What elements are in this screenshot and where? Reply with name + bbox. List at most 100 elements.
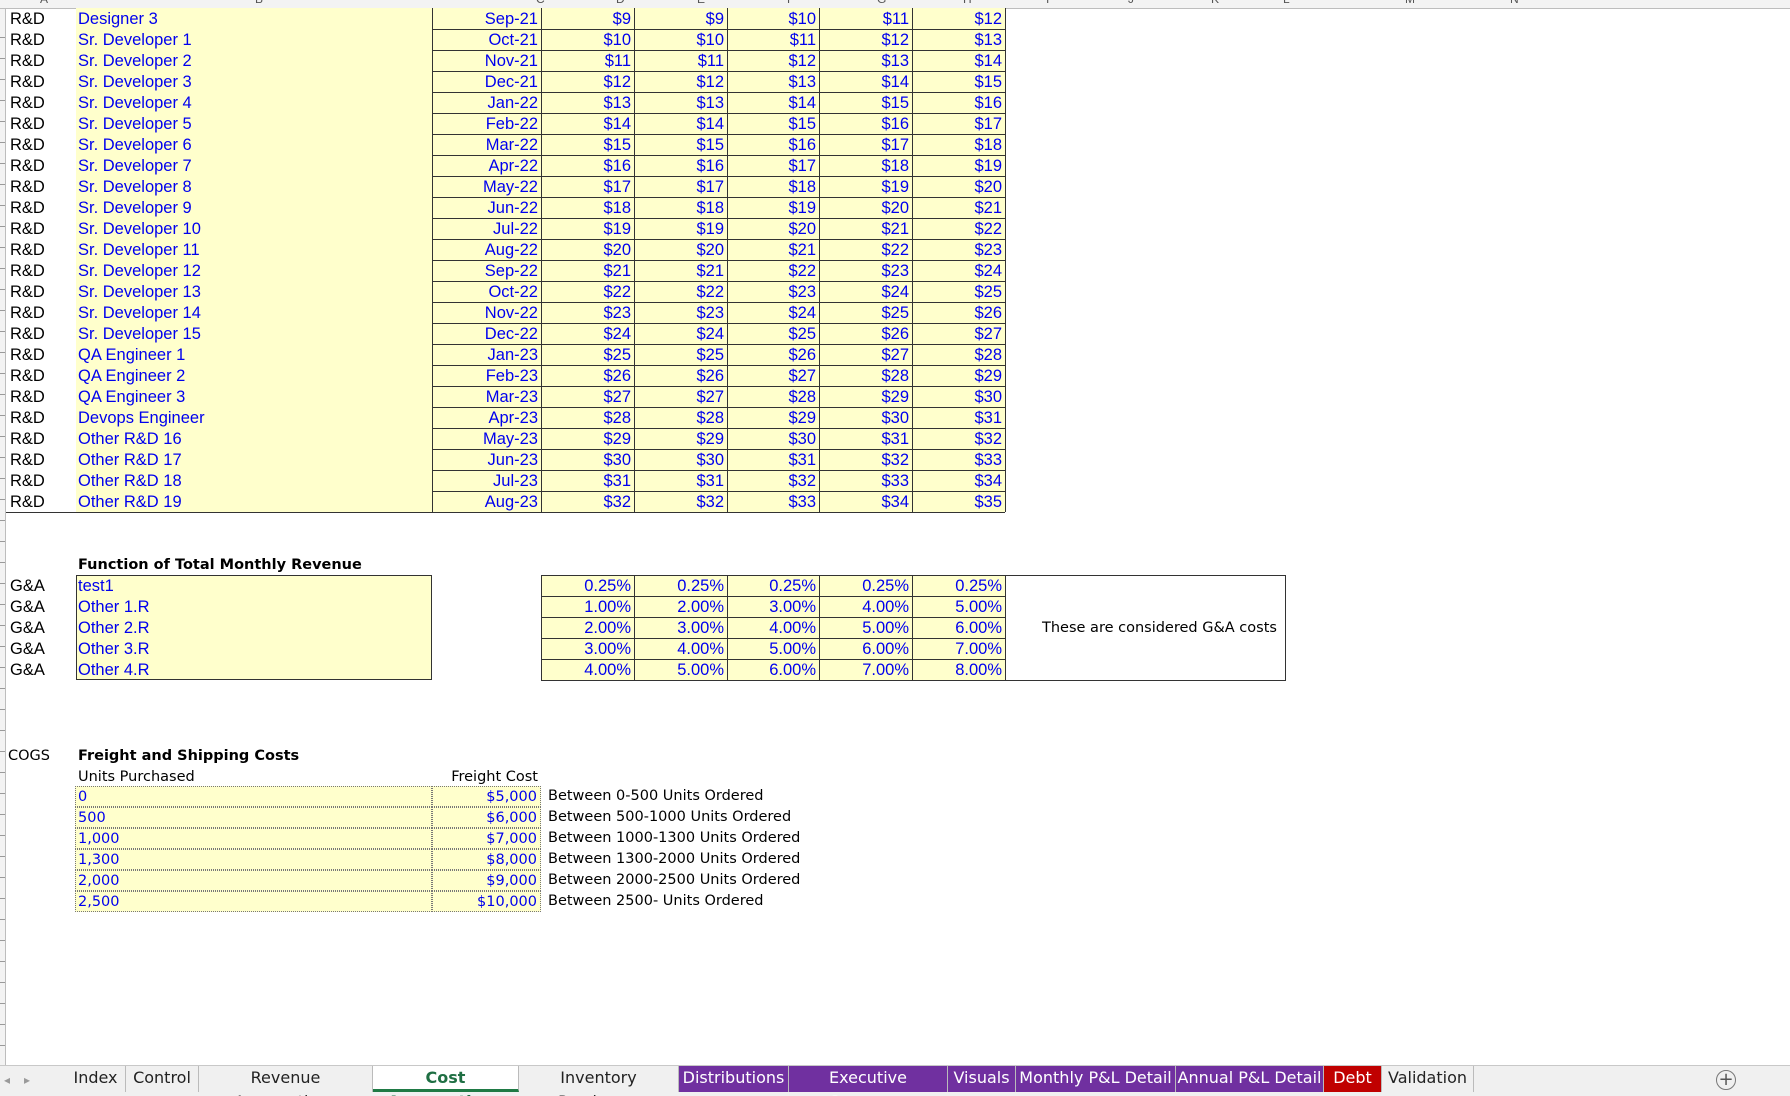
row-tick [0, 520, 5, 521]
grid-line [432, 71, 1005, 72]
grid-line [432, 92, 1005, 93]
row-tick [0, 793, 5, 794]
percent-value-cell[interactable]: 8.00% [912, 658, 1005, 682]
row-tick [0, 268, 5, 269]
row-tick [0, 772, 5, 773]
row-tick [0, 79, 5, 80]
row-tick [0, 415, 5, 416]
column-header: K [1211, 0, 1219, 6]
column-header: F [787, 0, 794, 6]
column-header: I [1046, 0, 1049, 6]
grid-line [432, 113, 1005, 114]
grid-line [432, 512, 1005, 513]
row-tick [0, 37, 5, 38]
sheet-tab-bar: ◂ ▸ IndexControlRevenue AssumptionsCost … [0, 1065, 1790, 1096]
salary-value-cell[interactable]: $32 [541, 490, 634, 514]
row-tick [0, 751, 5, 752]
tab-validation[interactable]: Validation [1382, 1066, 1474, 1092]
cost-name-cell[interactable]: Other 4.R [76, 658, 428, 682]
grid-line [432, 176, 1005, 177]
salary-value-cell[interactable]: $35 [912, 490, 1005, 514]
salary-value-cell[interactable]: $33 [727, 490, 819, 514]
dept-cell[interactable]: R&D [8, 490, 74, 514]
tab-annual-p-l-detail[interactable]: Annual P&L Detail [1176, 1066, 1324, 1092]
percent-value-cell[interactable]: 6.00% [727, 658, 819, 682]
grid-line [1005, 575, 1006, 680]
row-tick [0, 352, 5, 353]
salary-value-cell[interactable]: $32 [634, 490, 727, 514]
row-tick [0, 1003, 5, 1004]
tab-scroll-right-icon[interactable]: ▸ [24, 1073, 30, 1087]
row-tick [0, 331, 5, 332]
spreadsheet-grid[interactable]: ABCDEFGHIJKLMN R&DDesigner 3Sep-21$9$9$1… [0, 0, 1790, 1065]
tab-inventory-purchases[interactable]: Inventory Purchases [519, 1066, 679, 1096]
row-tick [0, 961, 5, 962]
percent-value-cell[interactable]: 4.00% [541, 658, 634, 682]
row-tick [0, 478, 5, 479]
column-header: H [963, 0, 972, 6]
tab-monthly-p-l-detail[interactable]: Monthly P&L Detail [1016, 1066, 1176, 1092]
grid-line [432, 239, 1005, 240]
row-tick [0, 247, 5, 248]
grid-line [432, 470, 1005, 471]
percent-value-cell[interactable]: 5.00% [634, 658, 727, 682]
freight-cost-cell[interactable]: $6,000 [432, 807, 541, 828]
row-tick [0, 940, 5, 941]
grid-line [432, 260, 1005, 261]
freight-cost-cell[interactable]: $8,000 [432, 849, 541, 870]
units-cell[interactable]: 0 [75, 786, 432, 807]
freight-cost-cell[interactable]: $7,000 [432, 828, 541, 849]
dept-cell[interactable]: COGS [8, 744, 50, 768]
grid-line [6, 512, 432, 513]
row-tick [0, 730, 5, 731]
grid-line [432, 218, 1005, 219]
percent-value-cell[interactable]: 7.00% [819, 658, 912, 682]
row-tick [0, 646, 5, 647]
tab-scroll-left-icon[interactable]: ◂ [4, 1073, 10, 1087]
start-date-cell[interactable]: Aug-23 [432, 490, 541, 514]
tab-control[interactable]: Control [126, 1066, 199, 1092]
grid-line [432, 344, 1005, 345]
add-sheet-icon[interactable]: + [1716, 1070, 1736, 1090]
units-cell[interactable]: 500 [75, 807, 432, 828]
tab-executive-summary[interactable]: Executive Summary [789, 1066, 948, 1096]
tab-debt[interactable]: Debt [1324, 1066, 1382, 1092]
grid-line [432, 134, 1005, 135]
units-cell[interactable]: 2,000 [75, 870, 432, 891]
row-tick [0, 877, 5, 878]
row-tick [0, 58, 5, 59]
column-header: D [616, 0, 625, 6]
salary-value-cell[interactable]: $34 [819, 490, 912, 514]
role-name-cell[interactable]: Other R&D 19 [76, 490, 428, 514]
units-cell[interactable]: 1,000 [75, 828, 432, 849]
tab-index[interactable]: Index [66, 1066, 126, 1092]
units-cell[interactable]: 1,300 [75, 849, 432, 870]
freight-cost-cell[interactable]: $10,000 [432, 891, 541, 912]
row-tick [0, 1024, 5, 1025]
grid-line [432, 197, 1005, 198]
grid-line [432, 386, 1005, 387]
row-tick [0, 814, 5, 815]
row-headers [0, 9, 6, 1065]
tab-visuals[interactable]: Visuals [948, 1066, 1016, 1092]
grid-line [432, 155, 1005, 156]
tab-revenue-assumptions[interactable]: Revenue Assumptions [199, 1066, 373, 1096]
tab-distributions[interactable]: Distributions [679, 1066, 789, 1092]
row-tick [0, 835, 5, 836]
grid-line [432, 50, 1005, 51]
column-header: A [40, 0, 48, 6]
units-cell[interactable]: 2,500 [75, 891, 432, 912]
row-tick [0, 436, 5, 437]
row-tick [0, 898, 5, 899]
column-header: B [255, 0, 263, 6]
row-tick [0, 709, 5, 710]
row-tick [0, 226, 5, 227]
freight-cost-cell[interactable]: $5,000 [432, 786, 541, 807]
dept-cell[interactable]: G&A [8, 658, 74, 682]
column-header: C [536, 0, 545, 6]
row-tick [0, 457, 5, 458]
grid-line [432, 302, 1005, 303]
row-tick [0, 1045, 5, 1046]
tab-cost-assumptions[interactable]: Cost Assumptions [373, 1066, 519, 1096]
freight-cost-cell[interactable]: $9,000 [432, 870, 541, 891]
